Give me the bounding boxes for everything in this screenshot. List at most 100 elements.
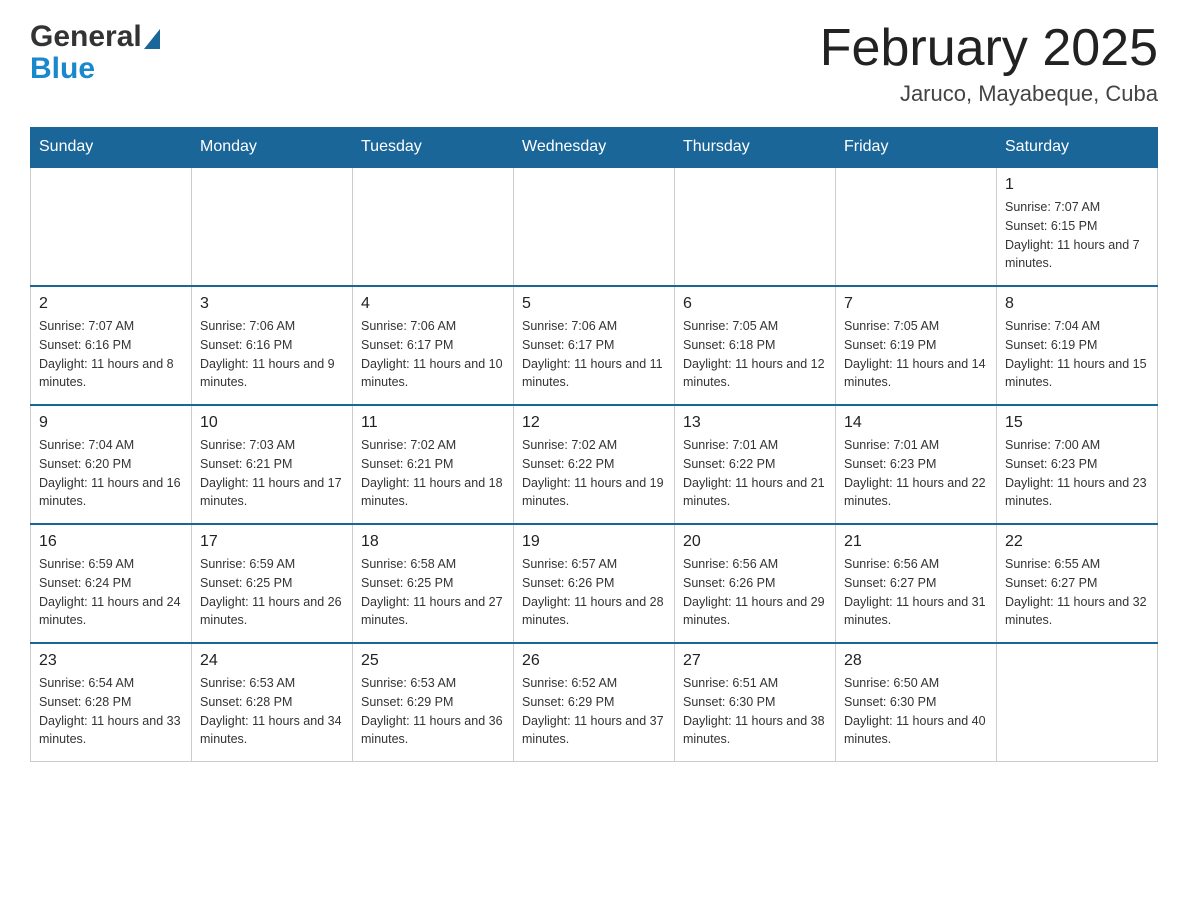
weekday-header-friday: Friday	[836, 128, 997, 168]
day-number: 25	[361, 652, 505, 670]
day-info: Sunrise: 6:50 AMSunset: 6:30 PMDaylight:…	[844, 674, 988, 749]
calendar-cell: 4 Sunrise: 7:06 AMSunset: 6:17 PMDaylight…	[353, 286, 514, 405]
day-number: 24	[200, 652, 344, 670]
day-info: Sunrise: 7:06 AMSunset: 6:16 PMDaylight:…	[200, 317, 344, 392]
calendar-cell: 26Sunrise: 6:52 AMSunset: 6:29 PMDayligh…	[514, 643, 675, 762]
day-info: Sunrise: 7:07 AMSunset: 6:16 PMDaylight:…	[39, 317, 183, 392]
day-info: Sunrise: 6:56 AMSunset: 6:26 PMDaylight:…	[683, 555, 827, 630]
day-info: Sunrise: 6:59 AMSunset: 6:24 PMDaylight:…	[39, 555, 183, 630]
weekday-header-row: SundayMondayTuesdayWednesdayThursdayFrid…	[31, 128, 1158, 168]
day-info: Sunrise: 6:51 AMSunset: 6:30 PMDaylight:…	[683, 674, 827, 749]
day-number: 8	[1005, 295, 1149, 313]
weekday-header-tuesday: Tuesday	[353, 128, 514, 168]
day-info: Sunrise: 6:59 AMSunset: 6:25 PMDaylight:…	[200, 555, 344, 630]
day-info: Sunrise: 7:06 AMSunset: 6:17 PMDaylight:…	[361, 317, 505, 392]
calendar-cell	[997, 643, 1158, 762]
weekday-header-monday: Monday	[192, 128, 353, 168]
calendar-cell: 7 Sunrise: 7:05 AMSunset: 6:19 PMDaylight…	[836, 286, 997, 405]
day-number: 2	[39, 295, 183, 313]
day-number: 18	[361, 533, 505, 551]
day-number: 22	[1005, 533, 1149, 551]
calendar-week-3: 9Sunrise: 7:04 AMSunset: 6:20 PMDaylight…	[31, 405, 1158, 524]
day-number: 4	[361, 295, 505, 313]
calendar-cell: 27 Sunrise: 6:51 AMSunset: 6:30 PMDayligh…	[675, 643, 836, 762]
calendar-week-1: 1Sunrise: 7:07 AMSunset: 6:15 PMDaylight…	[31, 167, 1158, 286]
day-number: 12	[522, 414, 666, 432]
title-section: February 2025 Jaruco, Mayabeque, Cuba	[820, 20, 1158, 107]
calendar-cell: 12 Sunrise: 7:02 AMSunset: 6:22 PMDayligh…	[514, 405, 675, 524]
calendar-cell	[514, 167, 675, 286]
day-number: 11	[361, 414, 505, 432]
calendar-cell: 11 Sunrise: 7:02 AMSunset: 6:21 PMDayligh…	[353, 405, 514, 524]
calendar-cell: 9Sunrise: 7:04 AMSunset: 6:20 PMDaylight…	[31, 405, 192, 524]
day-number: 27	[683, 652, 827, 670]
logo: General Blue	[30, 20, 160, 86]
day-number: 14	[844, 414, 988, 432]
day-number: 13	[683, 414, 827, 432]
calendar-cell: 17Sunrise: 6:59 AMSunset: 6:25 PMDayligh…	[192, 524, 353, 643]
day-info: Sunrise: 6:57 AMSunset: 6:26 PMDaylight:…	[522, 555, 666, 630]
calendar-cell: 15 Sunrise: 7:00 AMSunset: 6:23 PMDayligh…	[997, 405, 1158, 524]
weekday-header-wednesday: Wednesday	[514, 128, 675, 168]
day-info: Sunrise: 7:00 AMSunset: 6:23 PMDaylight:…	[1005, 436, 1149, 511]
calendar-cell	[192, 167, 353, 286]
calendar-cell: 25 Sunrise: 6:53 AMSunset: 6:29 PMDayligh…	[353, 643, 514, 762]
location-text: Jaruco, Mayabeque, Cuba	[820, 81, 1158, 107]
day-info: Sunrise: 7:04 AMSunset: 6:20 PMDaylight:…	[39, 436, 183, 511]
day-info: Sunrise: 7:01 AMSunset: 6:22 PMDaylight:…	[683, 436, 827, 511]
day-info: Sunrise: 7:07 AMSunset: 6:15 PMDaylight:…	[1005, 198, 1149, 273]
weekday-header-sunday: Sunday	[31, 128, 192, 168]
day-info: Sunrise: 7:05 AMSunset: 6:19 PMDaylight:…	[844, 317, 988, 392]
calendar-cell: 19Sunrise: 6:57 AMSunset: 6:26 PMDayligh…	[514, 524, 675, 643]
calendar-week-4: 16 Sunrise: 6:59 AMSunset: 6:24 PMDayligh…	[31, 524, 1158, 643]
day-number: 5	[522, 295, 666, 313]
day-info: Sunrise: 6:54 AMSunset: 6:28 PMDaylight:…	[39, 674, 183, 749]
calendar-cell: 6Sunrise: 7:05 AMSunset: 6:18 PMDaylight…	[675, 286, 836, 405]
calendar-cell	[836, 167, 997, 286]
day-number: 23	[39, 652, 183, 670]
calendar-cell: 3Sunrise: 7:06 AMSunset: 6:16 PMDaylight…	[192, 286, 353, 405]
calendar-cell: 24 Sunrise: 6:53 AMSunset: 6:28 PMDayligh…	[192, 643, 353, 762]
calendar-cell: 16 Sunrise: 6:59 AMSunset: 6:24 PMDayligh…	[31, 524, 192, 643]
day-number: 28	[844, 652, 988, 670]
weekday-header-thursday: Thursday	[675, 128, 836, 168]
day-info: Sunrise: 6:53 AMSunset: 6:28 PMDaylight:…	[200, 674, 344, 749]
day-number: 6	[683, 295, 827, 313]
month-title: February 2025	[820, 20, 1158, 77]
day-number: 10	[200, 414, 344, 432]
calendar-cell: 22 Sunrise: 6:55 AMSunset: 6:27 PMDayligh…	[997, 524, 1158, 643]
calendar-cell: 13 Sunrise: 7:01 AMSunset: 6:22 PMDayligh…	[675, 405, 836, 524]
calendar-cell	[353, 167, 514, 286]
day-number: 15	[1005, 414, 1149, 432]
day-info: Sunrise: 7:02 AMSunset: 6:21 PMDaylight:…	[361, 436, 505, 511]
calendar-cell: 23 Sunrise: 6:54 AMSunset: 6:28 PMDayligh…	[31, 643, 192, 762]
calendar-cell: 10 Sunrise: 7:03 AMSunset: 6:21 PMDayligh…	[192, 405, 353, 524]
day-info: Sunrise: 7:06 AMSunset: 6:17 PMDaylight:…	[522, 317, 666, 392]
day-info: Sunrise: 7:03 AMSunset: 6:21 PMDaylight:…	[200, 436, 344, 511]
day-number: 16	[39, 533, 183, 551]
calendar-week-2: 2 Sunrise: 7:07 AMSunset: 6:16 PMDaylight…	[31, 286, 1158, 405]
logo-blue-text: Blue	[30, 52, 95, 86]
calendar-cell: 21Sunrise: 6:56 AMSunset: 6:27 PMDayligh…	[836, 524, 997, 643]
day-number: 26	[522, 652, 666, 670]
logo-triangle-icon	[144, 29, 160, 49]
day-number: 20	[683, 533, 827, 551]
day-info: Sunrise: 6:58 AMSunset: 6:25 PMDaylight:…	[361, 555, 505, 630]
day-info: Sunrise: 6:53 AMSunset: 6:29 PMDaylight:…	[361, 674, 505, 749]
day-info: Sunrise: 7:01 AMSunset: 6:23 PMDaylight:…	[844, 436, 988, 511]
day-number: 21	[844, 533, 988, 551]
day-number: 7	[844, 295, 988, 313]
weekday-header-saturday: Saturday	[997, 128, 1158, 168]
logo-general-text: General	[30, 20, 142, 54]
calendar-cell: 8Sunrise: 7:04 AMSunset: 6:19 PMDaylight…	[997, 286, 1158, 405]
page-header: General Blue February 2025 Jaruco, Mayab…	[30, 20, 1158, 107]
calendar-cell: 1Sunrise: 7:07 AMSunset: 6:15 PMDaylight…	[997, 167, 1158, 286]
day-info: Sunrise: 7:02 AMSunset: 6:22 PMDaylight:…	[522, 436, 666, 511]
calendar-cell: 5 Sunrise: 7:06 AMSunset: 6:17 PMDaylight…	[514, 286, 675, 405]
calendar-cell	[31, 167, 192, 286]
calendar-body: 1Sunrise: 7:07 AMSunset: 6:15 PMDaylight…	[31, 167, 1158, 762]
calendar-cell: 14 Sunrise: 7:01 AMSunset: 6:23 PMDayligh…	[836, 405, 997, 524]
calendar-cell: 18 Sunrise: 6:58 AMSunset: 6:25 PMDayligh…	[353, 524, 514, 643]
day-info: Sunrise: 6:55 AMSunset: 6:27 PMDaylight:…	[1005, 555, 1149, 630]
calendar-header: SundayMondayTuesdayWednesdayThursdayFrid…	[31, 128, 1158, 168]
